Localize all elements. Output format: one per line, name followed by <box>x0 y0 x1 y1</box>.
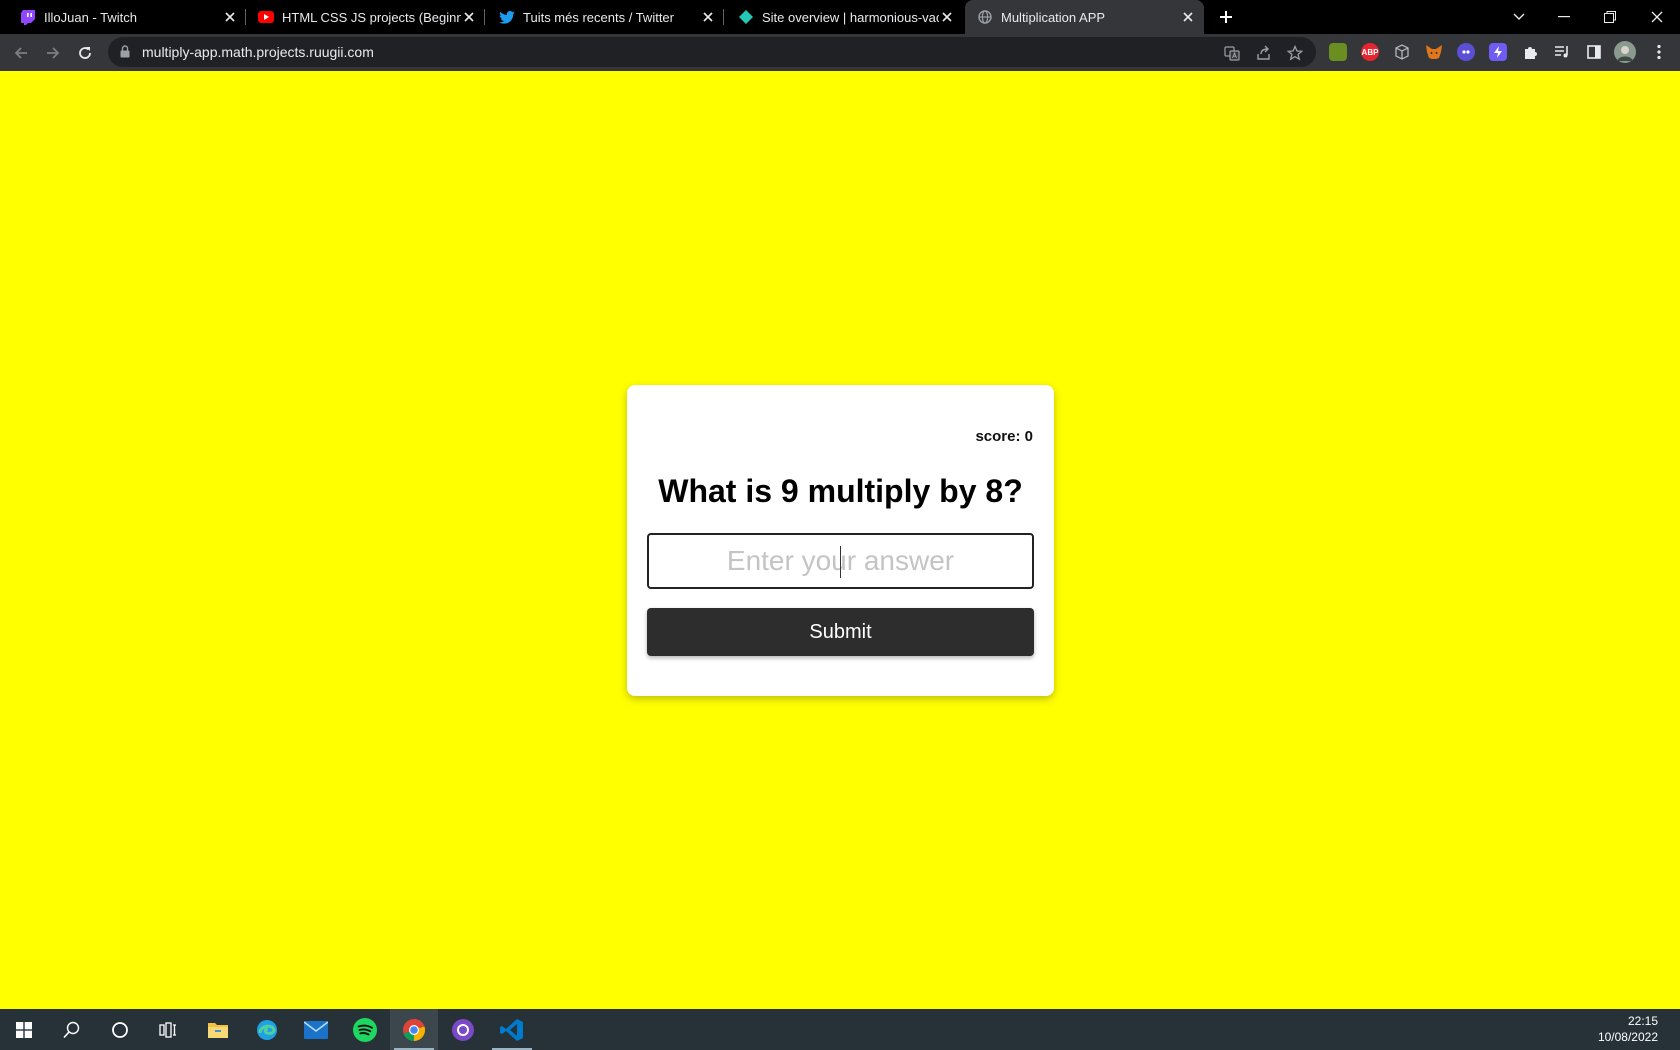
tab-twitter[interactable]: Tuits més recents / Twitter <box>485 0 724 34</box>
system-clock[interactable]: 22:15 10/08/2022 <box>1598 1013 1658 1045</box>
close-icon[interactable] <box>939 9 955 25</box>
close-icon[interactable] <box>461 9 477 25</box>
new-tab-button[interactable] <box>1214 5 1238 29</box>
vscode-icon[interactable] <box>488 1009 536 1050</box>
task-view-icon[interactable] <box>144 1009 192 1050</box>
tab-title: HTML CSS JS projects (Beginner) <box>282 9 461 25</box>
minimize-icon <box>1558 16 1570 18</box>
chrome-icon[interactable] <box>390 1009 438 1050</box>
search-icon[interactable] <box>48 1009 96 1050</box>
purple-extension-icon[interactable] <box>1457 43 1475 61</box>
tab-twitch[interactable]: IlloJuan - Twitch <box>0 0 246 34</box>
restore-button[interactable] <box>1587 0 1633 34</box>
windows-taskbar: 22:15 10/08/2022 <box>0 1009 1680 1050</box>
forward-button[interactable] <box>40 40 66 66</box>
bookmark-star-icon[interactable] <box>1286 44 1304 62</box>
close-icon[interactable] <box>700 9 716 25</box>
lock-icon <box>120 45 130 58</box>
menu-kebab-icon[interactable] <box>1650 43 1668 61</box>
globe-icon <box>977 9 993 25</box>
windows-start-icon[interactable] <box>0 1009 48 1050</box>
cube-icon[interactable] <box>1393 43 1411 61</box>
close-window-button[interactable] <box>1634 0 1680 34</box>
metamask-fox-icon[interactable] <box>1425 43 1443 61</box>
minimize-button[interactable] <box>1541 0 1587 34</box>
tab-search-button[interactable] <box>1496 0 1542 34</box>
close-icon[interactable] <box>1180 9 1196 25</box>
spotify-icon[interactable] <box>341 1009 389 1050</box>
side-panel-icon[interactable] <box>1585 43 1603 61</box>
question-heading: What is 9 multiply by 8? <box>658 473 1023 509</box>
media-playlist-icon[interactable] <box>1553 43 1571 61</box>
profile-avatar[interactable] <box>1614 41 1636 63</box>
youtube-icon <box>258 9 274 25</box>
netlify-icon <box>738 9 754 25</box>
tab-youtube[interactable]: HTML CSS JS projects (Beginner) <box>246 0 485 34</box>
text-caret <box>840 546 841 578</box>
page-viewport: score: 0 What is 9 multiply by 8? Submit <box>0 71 1680 1009</box>
tab-strip: IlloJuan - Twitch HTML CSS JS projects (… <box>0 0 1680 34</box>
cortana-icon[interactable] <box>96 1009 144 1050</box>
tab-title: IlloJuan - Twitch <box>44 9 137 25</box>
back-button[interactable] <box>8 40 34 66</box>
adblock-plus-icon[interactable]: ABP <box>1361 43 1379 61</box>
lightning-extension-icon[interactable] <box>1489 43 1507 61</box>
arrow-left-icon <box>14 47 27 59</box>
file-explorer-icon[interactable] <box>194 1009 242 1050</box>
tab-title: Tuits més recents / Twitter <box>523 9 674 25</box>
extension-icon[interactable] <box>1329 43 1347 61</box>
chevron-down-icon <box>1513 13 1525 20</box>
reload-button[interactable] <box>72 40 98 66</box>
tab-netlify[interactable]: Site overview | harmonious-vache <box>724 0 963 34</box>
clock-time: 22:15 <box>1627 1014 1658 1028</box>
clock-date: 10/08/2022 <box>1597 1030 1658 1044</box>
share-icon[interactable] <box>1255 44 1273 62</box>
translate-icon[interactable] <box>1223 44 1241 62</box>
tab-title: Multiplication APP <box>1001 9 1106 25</box>
url-text: multiply-app.math.projects.ruugii.com <box>142 44 374 60</box>
twitter-icon <box>499 9 515 25</box>
reload-icon <box>79 47 91 59</box>
puzzle-extensions-icon[interactable] <box>1521 43 1539 61</box>
twitch-icon <box>20 9 36 25</box>
tab-multiplication-app[interactable]: Multiplication APP <box>965 0 1204 34</box>
plus-icon <box>1220 11 1232 23</box>
close-icon[interactable] <box>222 9 238 25</box>
github-desktop-icon[interactable] <box>439 1009 487 1050</box>
close-icon <box>1651 11 1663 23</box>
arrow-right-icon <box>47 47 60 59</box>
mail-icon[interactable] <box>292 1009 340 1050</box>
browser-toolbar: multiply-app.math.projects.ruugii.com AB… <box>0 34 1680 71</box>
score-label: score: 0 <box>975 428 1033 445</box>
restore-icon <box>1604 11 1616 23</box>
address-bar[interactable]: multiply-app.math.projects.ruugii.com <box>108 37 1316 67</box>
submit-button[interactable]: Submit <box>647 608 1034 656</box>
quiz-card: score: 0 What is 9 multiply by 8? Submit <box>627 385 1054 696</box>
edge-icon[interactable] <box>243 1009 291 1050</box>
tab-title: Site overview | harmonious-vache <box>762 9 939 25</box>
